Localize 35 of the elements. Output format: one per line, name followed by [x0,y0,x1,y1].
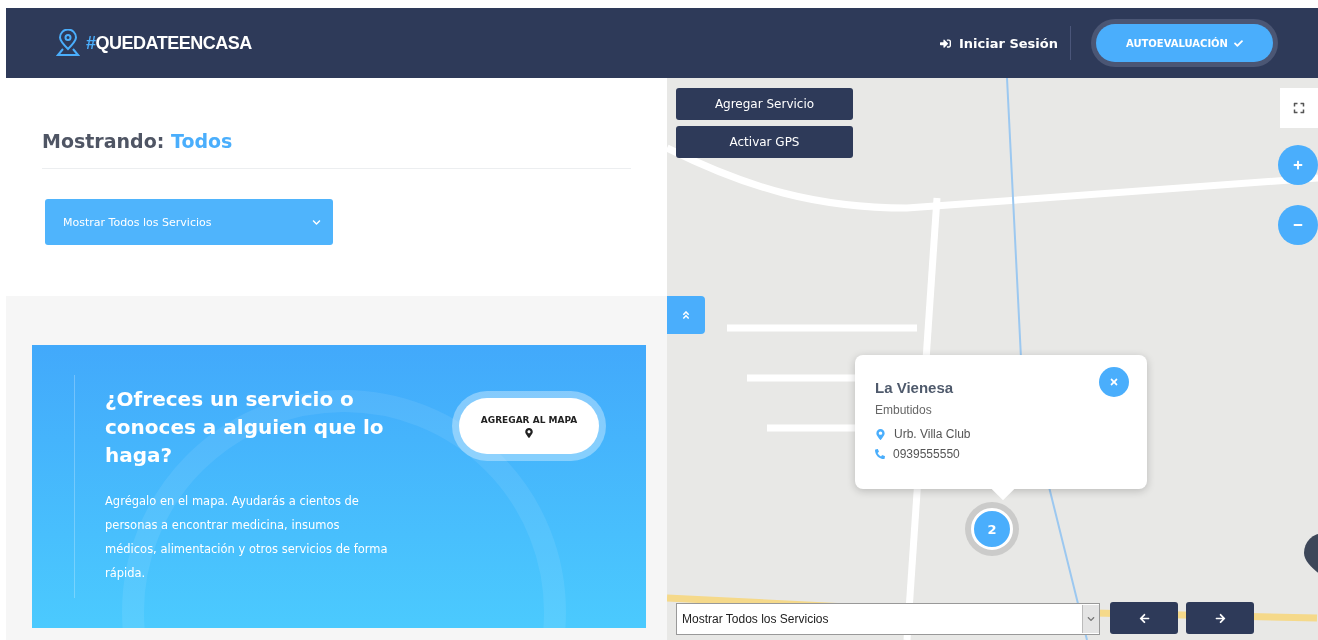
map-pin-icon [524,427,534,438]
promo-text: Agrégalo en el mapa. Ayudarás a cientos de personas a encontrar medicina, insumos médicos, alimentación y otros servicios de forma rápida. [105,493,389,582]
fullscreen-icon [1293,102,1305,114]
showing-heading: Mostrando: Todos [42,130,631,169]
place-phone: 0939555550 [893,447,960,461]
plus-icon [1293,160,1303,170]
close-icon [1109,377,1119,387]
check-icon [1234,38,1243,48]
zoom-out-button[interactable] [1278,205,1318,245]
double-chevron-up-icon [681,310,691,320]
location-pin-icon [56,29,80,57]
chevron-down-icon [1087,615,1095,623]
login-link[interactable]: Iniciar Sesión [940,26,1071,60]
map-placeholder[interactable]: Agregar Servicio Activar GPS La Vienesa Embutidos Urb. Villa Club 0939555550 2 Mostrar Todos los Servicios [667,78,1318,640]
place-address: Urb. Villa Club [894,427,971,441]
chevron-down-icon [312,217,321,227]
next-button[interactable] [1186,602,1254,634]
arrow-right-icon [1214,612,1226,624]
previous-button[interactable] [1110,602,1178,634]
map-service-select[interactable]: Mostrar Todos los Servicios [676,603,1100,635]
place-category: Embutidos [875,403,933,417]
close-button[interactable] [1099,367,1129,397]
map-action-button[interactable]: Agregar Servicio [676,88,853,120]
zoom-in-button[interactable] [1278,145,1318,185]
phone-icon [875,449,885,459]
promo-title: ¿Ofreces un servicio o conoces a alguien que lo haga? [105,386,385,469]
map-pin-icon [875,428,886,440]
add-to-map-button[interactable]: AGREGAR AL MAPA [459,398,599,454]
arrow-left-icon [1138,612,1150,624]
logo-text[interactable]: #QUEDATEENCASA [86,32,252,54]
fullscreen-button[interactable] [1280,88,1318,128]
sign-in-icon [940,37,951,49]
map-action-button[interactable]: Activar GPS [676,126,853,158]
place-name: La Vienesa [875,379,954,396]
collapse-button[interactable] [667,296,705,334]
